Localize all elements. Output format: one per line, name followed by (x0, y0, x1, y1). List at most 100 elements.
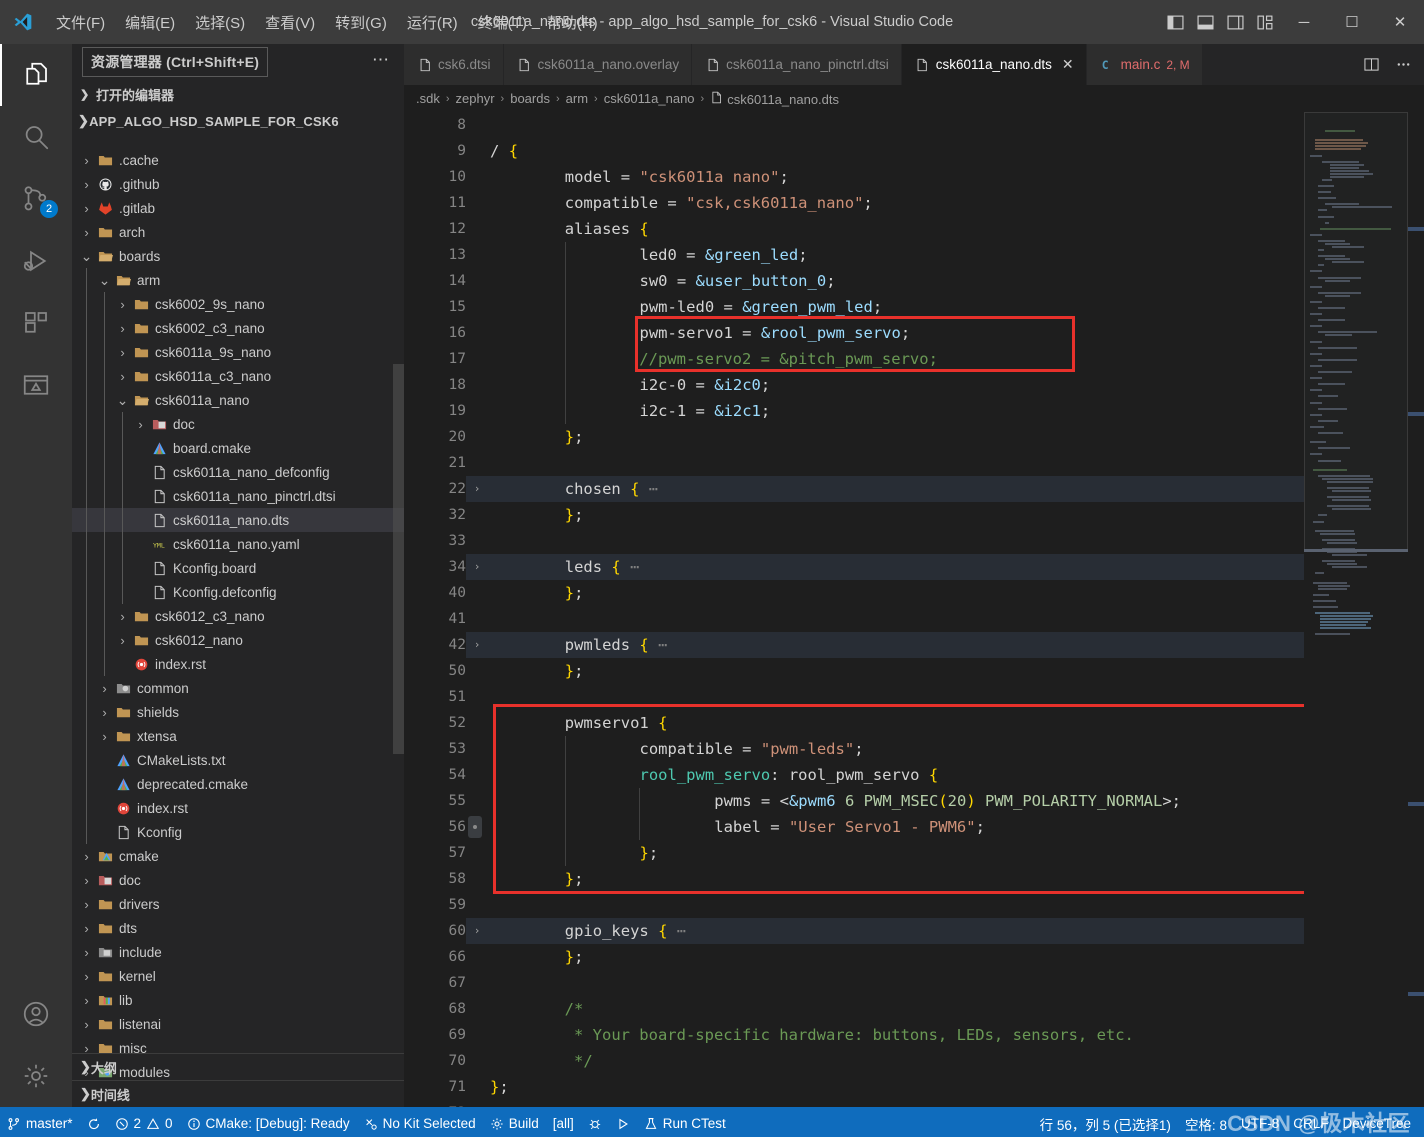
menu-run[interactable]: 运行(R) (397, 8, 468, 37)
code-line[interactable]: 34 › leds { ⋯ (404, 554, 1424, 580)
tree-item-csk6002-c3-nano[interactable]: › csk6002_c3_nano (72, 316, 404, 340)
tree-item-doc[interactable]: › doc (72, 412, 404, 436)
tree-item-csk6011a-nano-defconfig[interactable]: csk6011a_nano_defconfig (72, 460, 404, 484)
editor-tab-close-icon[interactable]: ✕ (1062, 56, 1074, 73)
code-line[interactable]: 42 › pwmleds { ⋯ (404, 632, 1424, 658)
tree-item-listenai[interactable]: › listenai (72, 1012, 404, 1036)
status-cmake[interactable]: CMake: [Debug]: Ready (180, 1107, 357, 1140)
tree-item-csk6011a-nano[interactable]: ⌄ csk6011a_nano (72, 388, 404, 412)
code-line[interactable]: 53 compatible = "pwm-leds"; (404, 736, 1424, 762)
tree-item-arm[interactable]: ⌄ arm (72, 268, 404, 292)
editor-scrollbar[interactable] (1408, 112, 1424, 1107)
tree-item-boards[interactable]: ⌄ boards (72, 244, 404, 268)
code-line[interactable]: 68 /* (404, 996, 1424, 1022)
code-line[interactable]: 14 sw0 = &user_button_0; (404, 268, 1424, 294)
status-language-mode[interactable]: DeviceTree (1335, 1107, 1418, 1140)
tree-item-csk6011a-c3-nano[interactable]: › csk6011a_c3_nano (72, 364, 404, 388)
toggle-secondary-sidebar-icon[interactable] (1220, 0, 1250, 44)
breadcrumb-item[interactable]: zephyr (456, 91, 495, 106)
activity-embedded-tools-icon[interactable] (0, 354, 72, 416)
toggle-panel-icon[interactable] (1190, 0, 1220, 44)
code-line[interactable]: 8 (404, 112, 1424, 138)
minimap[interactable] (1304, 112, 1408, 1107)
code-line[interactable]: 15 pwm-led0 = &green_pwm_led; (404, 294, 1424, 320)
code-line[interactable]: 58 }; (404, 866, 1424, 892)
code-line[interactable]: 41 (404, 606, 1424, 632)
status-cursor-position[interactable]: 行 56，列 5 (已选择1) (1033, 1107, 1178, 1140)
code-line[interactable]: 60 › gpio_keys { ⋯ (404, 918, 1424, 944)
code-line[interactable]: 16 pwm-servo1 = &rool_pwm_servo; (404, 320, 1424, 346)
code-line[interactable]: 54 rool_pwm_servo: rool_pwm_servo { (404, 762, 1424, 788)
code-line[interactable]: 59 (404, 892, 1424, 918)
file-tree[interactable]: › .cache › .github › .gitlab › arch ⌄ boards ⌄ arm ›… (72, 148, 404, 1098)
code-line[interactable]: 55 pwms = <&pwm6 6 PWM_MSEC(20) PWM_POLA… (404, 788, 1424, 814)
activity-extensions-icon[interactable] (0, 292, 72, 354)
menu-selection[interactable]: 选择(S) (185, 8, 255, 37)
editor-tab-csk6011a-nano-dts[interactable]: csk6011a_nano.dts ✕ (901, 44, 1087, 85)
status-run-ctest[interactable]: Run CTest (637, 1107, 733, 1140)
editor-more-actions-icon[interactable] (1390, 44, 1416, 85)
section-open-editors[interactable]: ❯ 打开的编辑器 (72, 80, 404, 108)
tree-item-index-rst[interactable]: index.rst (72, 796, 404, 820)
tree-item-kconfig[interactable]: Kconfig (72, 820, 404, 844)
toggle-primary-sidebar-icon[interactable] (1160, 0, 1190, 44)
fold-chevron-icon[interactable]: › (470, 632, 484, 658)
section-timeline[interactable]: ❯ 时间线 (72, 1080, 404, 1107)
code-line[interactable]: 21 (404, 450, 1424, 476)
tree-item-arch[interactable]: › arch (72, 220, 404, 244)
breadcrumb[interactable]: .sdk › zephyr › boards › arm › csk6011a_nano › csk… (404, 85, 1424, 112)
status-sync[interactable] (80, 1107, 108, 1140)
code-line[interactable]: 50 }; (404, 658, 1424, 684)
code-line[interactable]: 20 }; (404, 424, 1424, 450)
tree-item-kernel[interactable]: › kernel (72, 964, 404, 988)
tree-item-include[interactable]: › include (72, 940, 404, 964)
code-editor[interactable]: 8 9/ {10 model = "csk6011a nano"; 11 compa… (404, 112, 1424, 1107)
breadcrumb-item[interactable]: arm (566, 91, 588, 106)
tree-item-csk6011a-nano-pinctrl-dtsi[interactable]: csk6011a_nano_pinctrl.dtsi (72, 484, 404, 508)
code-line[interactable]: 11 compatible = "csk,csk6011a_nano"; (404, 190, 1424, 216)
status-debug[interactable] (581, 1107, 609, 1140)
code-line[interactable]: 22 › chosen { ⋯ (404, 476, 1424, 502)
tree-item-csk6012-nano[interactable]: › csk6012_nano (72, 628, 404, 652)
tree-item--gitlab[interactable]: › .gitlab (72, 196, 404, 220)
activity-accounts-icon[interactable] (0, 983, 72, 1045)
activity-explorer-icon[interactable] (0, 44, 72, 106)
tree-item-index-rst[interactable]: index.rst (72, 652, 404, 676)
window-minimize-button[interactable]: ─ (1280, 0, 1328, 44)
tree-item--github[interactable]: › .github (72, 172, 404, 196)
code-line[interactable]: 71}; (404, 1074, 1424, 1100)
menu-edit[interactable]: 编辑(E) (115, 8, 185, 37)
breadcrumb-item[interactable]: csk6011a_nano.dts (710, 91, 839, 107)
tree-item--cache[interactable]: › .cache (72, 148, 404, 172)
sidebar-scrollbar[interactable] (393, 364, 404, 754)
code-line[interactable]: 57 }; (404, 840, 1424, 866)
code-line[interactable]: 33 (404, 528, 1424, 554)
code-line[interactable]: 17 //pwm-servo2 = &pitch_pwm_servo; (404, 346, 1424, 372)
minimap-slider[interactable] (1304, 112, 1408, 550)
fold-chevron-icon[interactable]: › (470, 554, 484, 580)
menu-terminal[interactable]: 终端(T) (468, 8, 537, 37)
tree-item-lib[interactable]: › lib (72, 988, 404, 1012)
activity-manage-gear-icon[interactable] (0, 1045, 72, 1107)
tree-item-dts[interactable]: › dts (72, 916, 404, 940)
breadcrumb-item[interactable]: .sdk (416, 91, 440, 106)
status-eol[interactable]: CRLF (1286, 1107, 1335, 1140)
tree-item-kconfig-board[interactable]: Kconfig.board (72, 556, 404, 580)
editor-tab-csk6011a-nano-pinctrl-dtsi[interactable]: csk6011a_nano_pinctrl.dtsi (692, 44, 902, 85)
status-target[interactable]: [all] (546, 1107, 581, 1140)
code-line[interactable]: 32 }; (404, 502, 1424, 528)
window-maximize-button[interactable]: ☐ (1328, 0, 1376, 44)
status-encoding[interactable]: UTF-8 (1234, 1107, 1286, 1140)
status-branch[interactable]: master* (0, 1107, 80, 1140)
code-line[interactable]: 66 }; (404, 944, 1424, 970)
sidebar-more-actions-icon[interactable]: ⋯ (372, 50, 390, 70)
tree-item-csk6011a-nano-dts[interactable]: csk6011a_nano.dts (72, 508, 404, 532)
fold-chevron-icon[interactable]: › (470, 476, 484, 502)
code-line[interactable]: 56 label = "User Servo1 - PWM6"; (404, 814, 1424, 840)
breadcrumb-item[interactable]: csk6011a_nano (604, 91, 695, 106)
tree-item-csk6002-9s-nano[interactable]: › csk6002_9s_nano (72, 292, 404, 316)
window-close-button[interactable]: ✕ (1376, 0, 1424, 44)
code-line[interactable]: 70 */ (404, 1048, 1424, 1074)
tree-item-shields[interactable]: › shields (72, 700, 404, 724)
code-line[interactable]: 72 (404, 1100, 1424, 1107)
